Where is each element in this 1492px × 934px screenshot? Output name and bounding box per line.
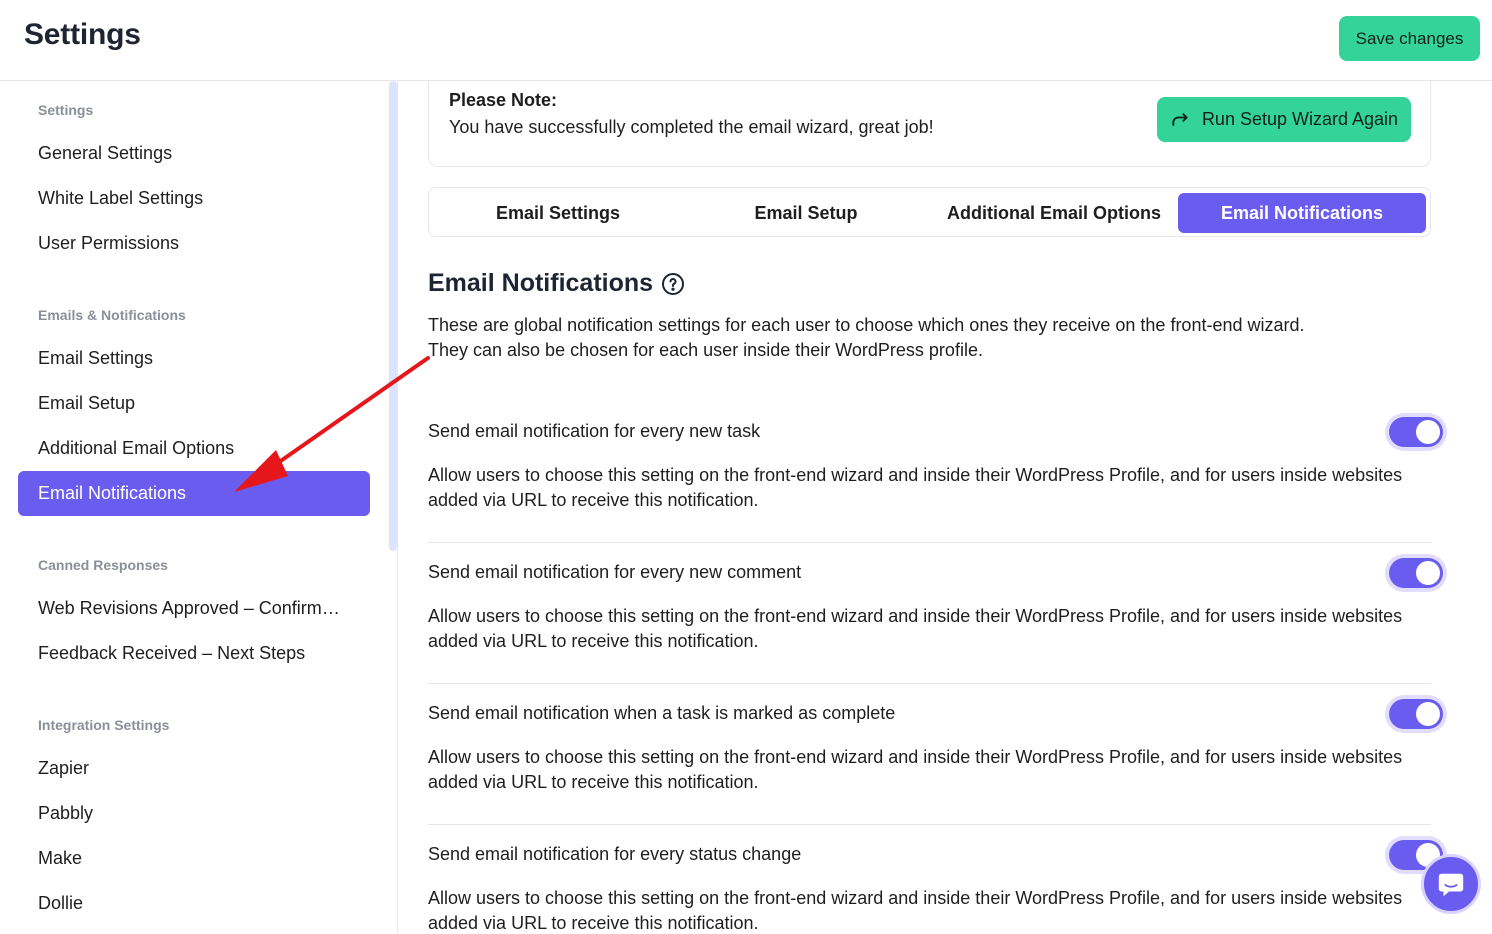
sidebar-item-additional-email-options[interactable]: Additional Email Options (18, 426, 370, 471)
note-title: Please Note: (449, 90, 558, 110)
section-title-text: Email Notifications (428, 269, 654, 297)
tab-email-notifications[interactable]: Email Notifications (1178, 193, 1426, 233)
divider (428, 824, 1431, 825)
toggle-new-task[interactable] (1385, 413, 1447, 451)
chat-bubble-icon (1438, 873, 1464, 897)
divider (428, 683, 1431, 684)
notification-title: Send email notification for every new ta… (428, 421, 761, 441)
toggle-new-comment[interactable] (1385, 554, 1447, 592)
sidebar-item-feedback-received[interactable]: Feedback Received – Next Steps (18, 631, 370, 676)
chat-button[interactable] (1421, 854, 1481, 914)
page-title: Settings (24, 18, 141, 51)
save-changes-button[interactable]: Save changes (1339, 16, 1480, 61)
sidebar-item-pabbly[interactable]: Pabbly (18, 791, 370, 836)
notification-title: Send email notification for every new co… (428, 562, 802, 582)
settings-tabs: Email Settings Email Setup Additional Em… (428, 187, 1431, 237)
notification-description: Allow users to choose this setting on th… (428, 606, 1403, 651)
top-bar: Settings Save changes (0, 0, 1492, 81)
sidebar-item-web-revisions-approved[interactable]: Web Revisions Approved – Confirmation (18, 586, 348, 631)
notification-description: Allow users to choose this setting on th… (428, 465, 1403, 510)
section-description-line-1: These are global notification settings f… (428, 315, 1305, 335)
tab-additional-email-options[interactable]: Additional Email Options (930, 193, 1178, 233)
toggle-task-complete[interactable] (1385, 695, 1447, 733)
tab-email-setup[interactable]: Email Setup (682, 193, 930, 233)
run-setup-wizard-label: Run Setup Wizard Again (1201, 109, 1399, 129)
sidebar-section-canned-responses: Canned Responses (38, 557, 168, 573)
section-description: These are global notification settings f… (428, 313, 1428, 363)
notification-title: Send email notification when a task is m… (428, 703, 896, 723)
sidebar-item-white-label-settings[interactable]: White Label Settings (18, 176, 370, 221)
sidebar-item-email-notifications[interactable]: Email Notifications (18, 471, 370, 516)
sidebar-item-user-permissions[interactable]: User Permissions (18, 221, 370, 266)
notification-description: Allow users to choose this setting on th… (428, 747, 1403, 792)
sidebar-item-general-settings[interactable]: General Settings (18, 131, 370, 176)
sidebar-item-make[interactable]: Make (18, 836, 370, 881)
sidebar-item-email-settings[interactable]: Email Settings (18, 336, 370, 381)
redo-arrow-icon (1172, 112, 1188, 126)
sidebar-item-email-setup[interactable]: Email Setup (18, 381, 370, 426)
run-setup-wizard-button[interactable]: Run Setup Wizard Again (1157, 97, 1411, 142)
sidebar: Settings General Settings White Label Se… (0, 81, 398, 934)
question-circle-icon[interactable] (661, 272, 685, 296)
tab-email-settings[interactable]: Email Settings (434, 193, 682, 233)
divider (428, 542, 1431, 543)
main-content: Please Note: You have successfully compl… (398, 81, 1492, 934)
notification-title: Send email notification for every status… (428, 844, 802, 864)
note-text: You have successfully completed the emai… (449, 117, 934, 137)
sidebar-section-integration-settings: Integration Settings (38, 717, 170, 733)
section-description-line-2: They can also be chosen for each user in… (428, 340, 983, 360)
section-title: Email Notifications (428, 269, 685, 298)
sidebar-scrollbar[interactable] (389, 81, 397, 551)
notification-description: Allow users to choose this setting on th… (428, 888, 1403, 933)
sidebar-item-dollie[interactable]: Dollie (18, 881, 370, 926)
sidebar-section-settings: Settings (38, 102, 94, 118)
sidebar-section-emails-notifications: Emails & Notifications (38, 307, 186, 323)
wizard-note-card: Please Note: You have successfully compl… (428, 81, 1431, 167)
sidebar-item-zapier[interactable]: Zapier (18, 746, 370, 791)
